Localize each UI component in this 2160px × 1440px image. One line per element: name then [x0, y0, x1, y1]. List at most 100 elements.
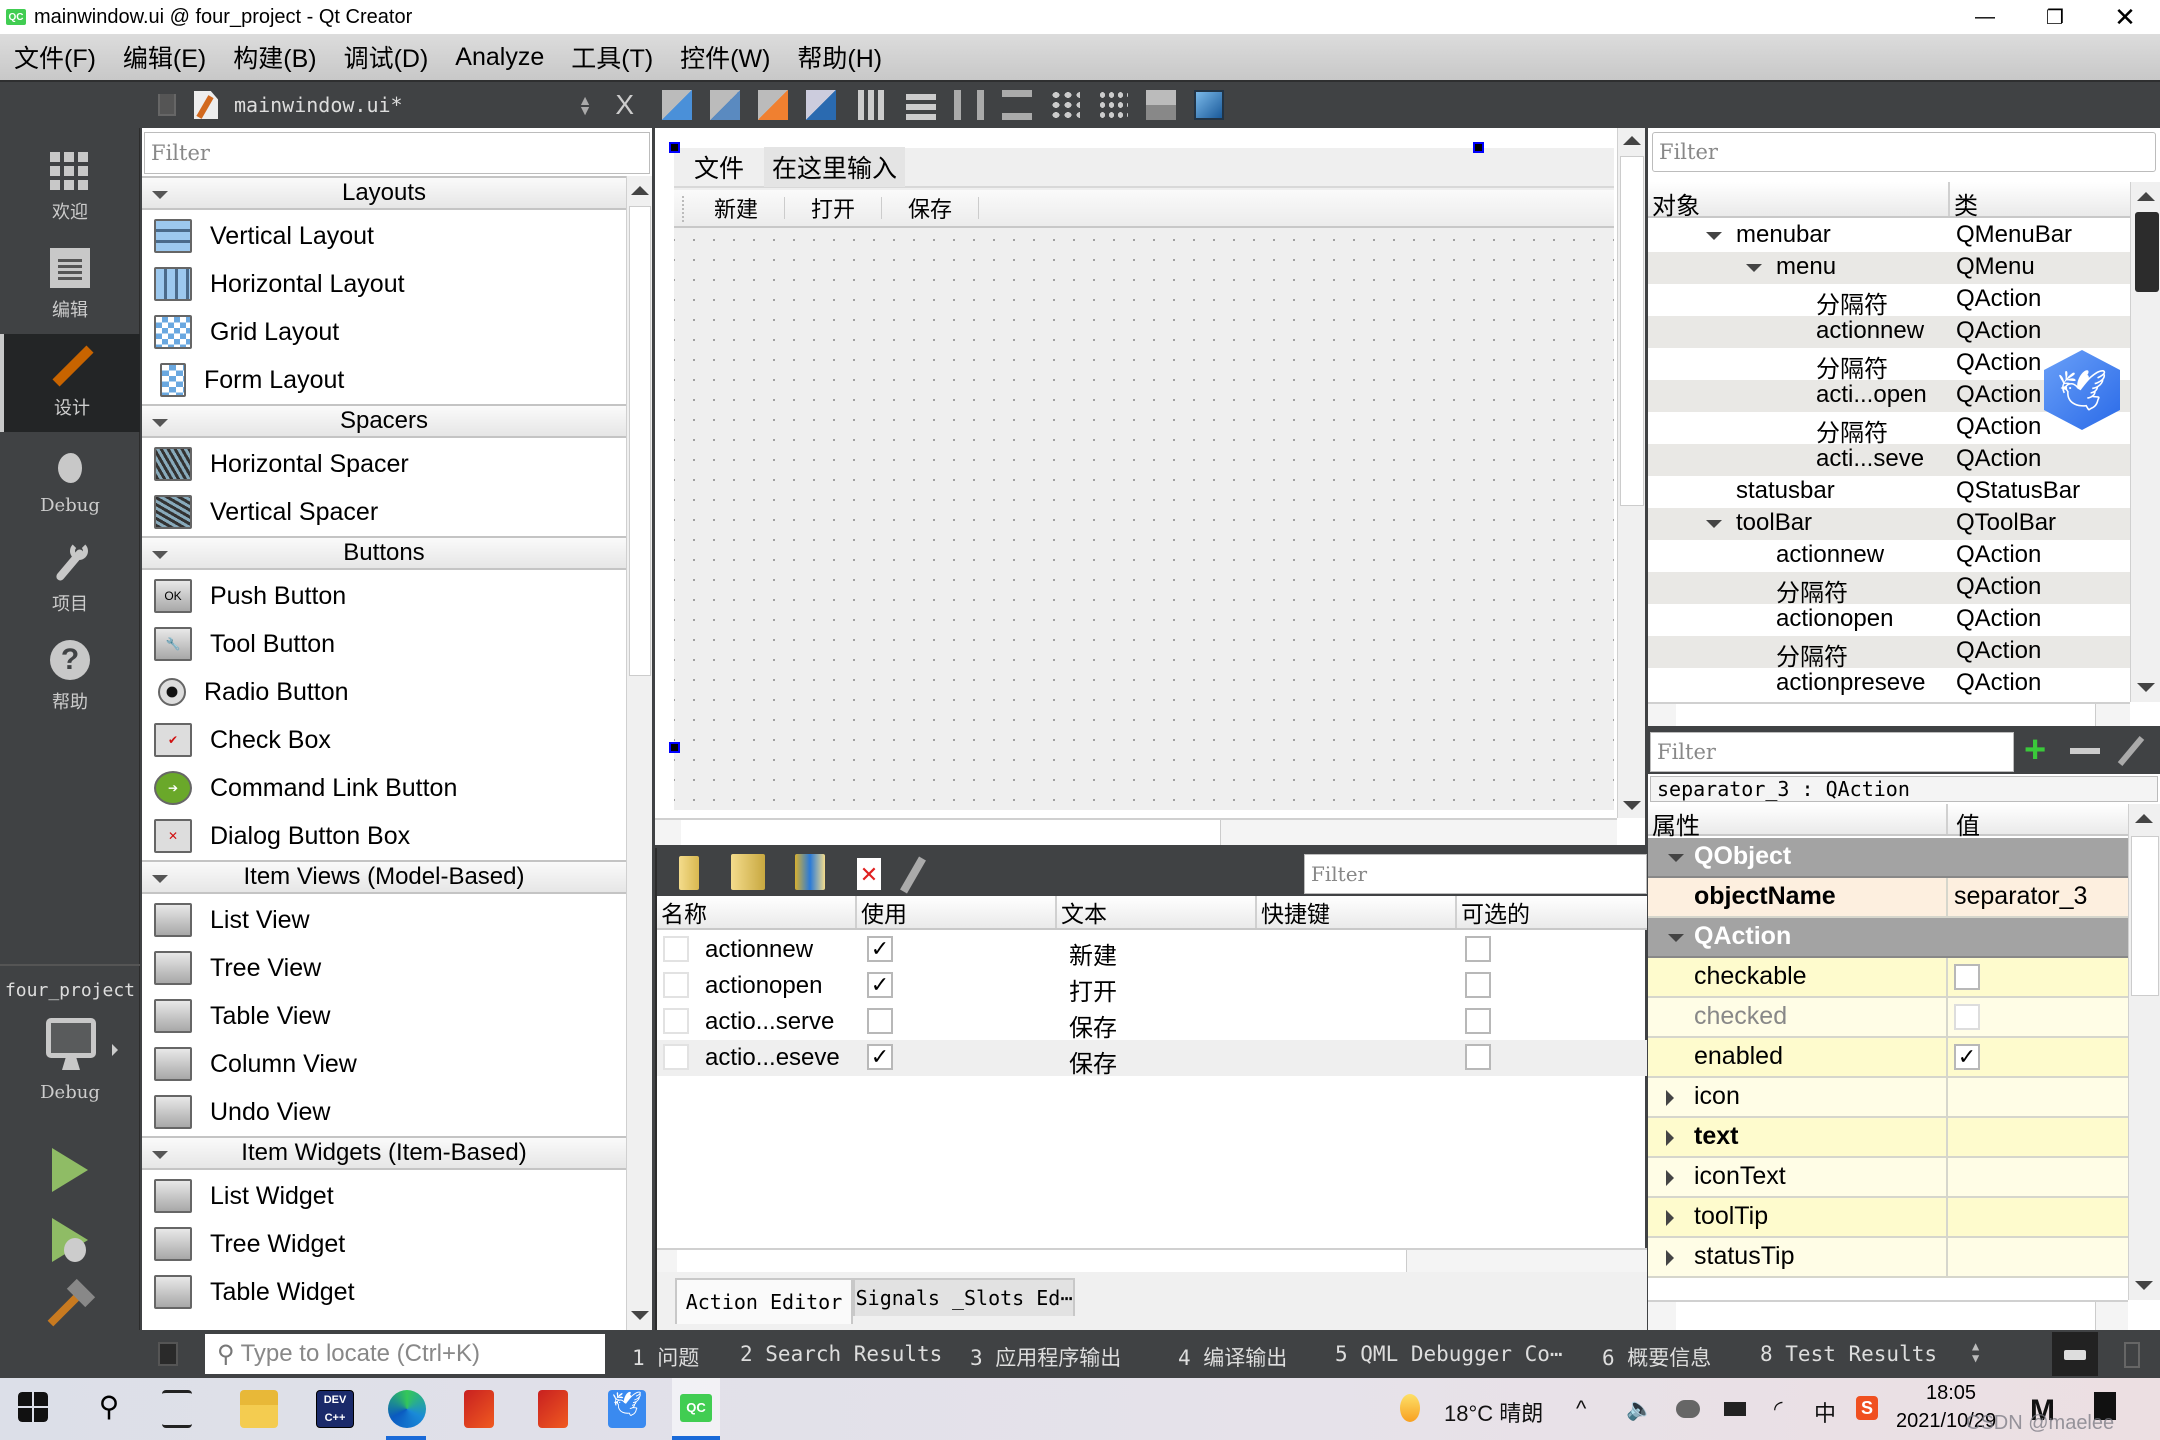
- kit-selector-icon[interactable]: [46, 1018, 96, 1058]
- menu-analyze[interactable]: Analyze: [455, 43, 544, 72]
- clock-time[interactable]: 18:05: [1926, 1382, 1976, 1405]
- property-hscrollbar[interactable]: [1648, 1300, 2128, 1330]
- col-used[interactable]: 使用: [857, 896, 1057, 928]
- col-name[interactable]: 名称: [657, 896, 857, 928]
- tab-action-editor[interactable]: Action Editor: [675, 1278, 853, 1324]
- col-property[interactable]: 属性: [1652, 806, 1700, 841]
- layout-form-icon[interactable]: [1098, 90, 1128, 120]
- more-tabs-icon[interactable]: ▲ ▼: [1972, 1340, 1979, 1364]
- scrollbar-thumb[interactable]: [1676, 1302, 2096, 1330]
- widget-item-undo-view[interactable]: Undo View: [142, 1088, 626, 1136]
- menu-tools[interactable]: 工具(T): [571, 39, 653, 75]
- edit-widgets-icon[interactable]: [662, 90, 692, 120]
- output-tab-test-results[interactable]: 8 Test Results: [1760, 1342, 1937, 1366]
- category-header-layouts[interactable]: Layouts: [142, 176, 626, 210]
- output-tab-issues[interactable]: 1 问题: [632, 1342, 699, 1372]
- form-toolbar-open[interactable]: 打开: [811, 192, 855, 224]
- adjust-size-icon[interactable]: [1194, 90, 1224, 120]
- updown-icon[interactable]: ▲ ▼: [578, 93, 592, 117]
- canvas-vscrollbar[interactable]: [1617, 128, 1645, 818]
- maximize-output-button[interactable]: [2052, 1332, 2098, 1376]
- expand-arrow-icon[interactable]: [1666, 1090, 1674, 1106]
- col-class[interactable]: 类: [1948, 182, 1978, 220]
- object-tree-row[interactable]: acti...seve QAction: [1648, 444, 2130, 476]
- action-checkable-checkbox[interactable]: [1465, 1008, 1491, 1034]
- col-value[interactable]: 值: [1946, 804, 1980, 840]
- scroll-up-icon[interactable]: [631, 186, 649, 195]
- action-used-checkbox[interactable]: ✓: [867, 1044, 893, 1070]
- action-icon-slot[interactable]: [663, 972, 689, 998]
- menu-help[interactable]: 帮助(H): [797, 39, 882, 75]
- widget-item-horizontal-spacer[interactable]: Horizontal Spacer: [142, 440, 626, 488]
- widget-item-check-box[interactable]: ✔ Check Box: [142, 716, 626, 764]
- category-header-spacers[interactable]: Spacers: [142, 404, 626, 438]
- battery-icon[interactable]: [1724, 1402, 1746, 1416]
- close-document-button[interactable]: X: [615, 89, 634, 121]
- object-vscrollbar[interactable]: [2130, 182, 2160, 702]
- sogou-ime-icon[interactable]: S: [1856, 1396, 1878, 1420]
- taskbar-qt-active[interactable]: QC: [672, 1378, 720, 1440]
- widget-item-list-view[interactable]: List View: [142, 896, 626, 944]
- property-row-enabled[interactable]: enabled ✓: [1648, 1038, 2128, 1078]
- paste-action-icon[interactable]: [795, 854, 825, 890]
- expand-arrow-icon[interactable]: [1666, 1130, 1674, 1146]
- object-tree-row[interactable]: menu QMenu: [1648, 252, 2130, 284]
- expand-arrow-icon[interactable]: [1746, 264, 1762, 272]
- widget-item-tool-button[interactable]: 🔧 Tool Button: [142, 620, 626, 668]
- scrollbar-thumb[interactable]: [1676, 704, 2096, 726]
- property-group-qaction[interactable]: QAction: [1648, 918, 2128, 958]
- action-row[interactable]: actionopen ✓ 打开: [657, 968, 1647, 1006]
- scroll-up-icon[interactable]: [2135, 814, 2153, 823]
- form-toolbar-new[interactable]: 新建: [714, 192, 758, 224]
- remove-property-icon[interactable]: [2070, 748, 2100, 754]
- action-used-checkbox[interactable]: [867, 1008, 893, 1034]
- layout-grid-icon[interactable]: [1050, 90, 1080, 120]
- object-tree-row[interactable]: menubar QMenuBar: [1648, 220, 2130, 252]
- output-tab-app-output[interactable]: 3 应用程序输出: [970, 1342, 1121, 1372]
- object-tree-row[interactable]: actionnew QAction: [1648, 540, 2130, 572]
- widget-item-vertical-spacer[interactable]: Vertical Spacer: [142, 488, 626, 536]
- layout-horizontal-icon[interactable]: [858, 90, 888, 120]
- menu-widgets[interactable]: 控件(W): [680, 39, 770, 75]
- widget-item-list-widget[interactable]: List Widget: [142, 1172, 626, 1220]
- widget-item-radio-button[interactable]: Radio Button: [142, 668, 626, 716]
- office-icon[interactable]: [538, 1390, 568, 1428]
- output-tab-qml-debugger[interactable]: 5 QML Debugger Co⋯: [1335, 1342, 1563, 1366]
- col-object[interactable]: 对象: [1652, 186, 1700, 221]
- toggle-sidebar-icon[interactable]: [158, 1342, 178, 1366]
- property-row-text[interactable]: text: [1648, 1118, 2128, 1158]
- property-row-icon[interactable]: icon: [1648, 1078, 2128, 1118]
- copy-action-icon[interactable]: [731, 854, 765, 890]
- action-checkable-checkbox[interactable]: [1465, 936, 1491, 962]
- form-menu-file[interactable]: 文件: [674, 149, 764, 185]
- scrollbar-thumb[interactable]: [681, 820, 1221, 845]
- scrollbar-thumb[interactable]: [629, 206, 651, 676]
- property-checkbox[interactable]: [1954, 964, 1980, 990]
- wifi-icon[interactable]: ◜: [1774, 1396, 1783, 1422]
- ime-indicator[interactable]: 中: [1814, 1396, 1836, 1428]
- search-icon[interactable]: ⚲: [90, 1390, 128, 1428]
- property-value[interactable]: [1946, 1118, 2128, 1156]
- restore-button[interactable]: ❐: [2020, 0, 2090, 34]
- dev-cpp-icon[interactable]: DEV C++: [316, 1390, 354, 1428]
- file-explorer-icon[interactable]: [240, 1390, 278, 1428]
- property-vscrollbar[interactable]: [2128, 804, 2160, 1300]
- action-checkable-checkbox[interactable]: [1465, 972, 1491, 998]
- property-checkbox[interactable]: [1954, 1004, 1980, 1030]
- tab-signals-slots-editor[interactable]: Signals _Slots Ed⋯: [853, 1278, 1075, 1316]
- form-editor-canvas[interactable]: 文件 在这里输入 新建 打开 保存: [655, 128, 1645, 845]
- expand-arrow-icon[interactable]: [1706, 520, 1722, 528]
- object-filter-input[interactable]: Filter: [1652, 132, 2156, 172]
- scroll-down-icon[interactable]: [2137, 683, 2155, 692]
- resize-handle[interactable]: [669, 142, 680, 153]
- widget-item-form-layout[interactable]: Form Layout: [142, 356, 626, 404]
- action-row[interactable]: actio...eseve ✓ 保存: [657, 1040, 1647, 1078]
- locator-input[interactable]: ⚲ Type to locate (Ctrl+K): [205, 1334, 605, 1374]
- object-tree-row[interactable]: actionpreseve QAction: [1648, 668, 2130, 700]
- menu-edit[interactable]: 编辑(E): [123, 39, 206, 75]
- expand-arrow-icon[interactable]: [1666, 1250, 1674, 1266]
- widget-item-tree-view[interactable]: Tree View: [142, 944, 626, 992]
- object-tree-row[interactable]: actionopen QAction: [1648, 604, 2130, 636]
- main-window-form[interactable]: 文件 在这里输入 新建 打开 保存: [674, 147, 1614, 810]
- layout-vertical-splitter-icon[interactable]: [1002, 90, 1032, 120]
